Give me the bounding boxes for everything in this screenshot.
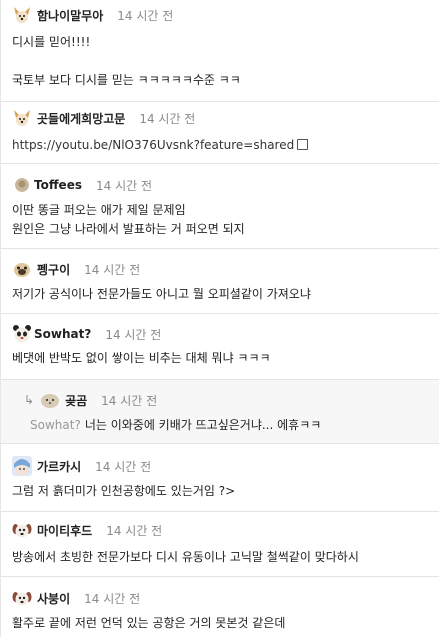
comment-time: 14 시간 전 xyxy=(139,111,196,126)
comment-nickname[interactable]: 마이티후드 xyxy=(37,522,92,539)
comment-body: Sowhat? 너는 이와중에 키배가 뜨고싶은거냐... 에휴ㅋㅋ xyxy=(30,416,321,435)
divider xyxy=(1,511,439,512)
comment-text: 원인은 그냥 나라에서 발표하는 거 퍼오면 되지 xyxy=(12,222,245,236)
comment-body: 활주로 끝에 저런 언덕 있는 공항은 거의 못본것 같은데 xyxy=(12,614,285,633)
puppy-avatar-icon[interactable] xyxy=(12,588,32,608)
pug-avatar-icon[interactable] xyxy=(12,259,32,279)
comment-nickname[interactable]: 펭구이 xyxy=(37,261,70,278)
comment-body: 방송에서 초빙한 전문가보다 디시 유동이나 고닉말 철썩같이 맞다하시 xyxy=(12,548,359,567)
puppy-avatar-icon[interactable] xyxy=(12,520,32,540)
comment-nickname[interactable]: 곳들에게희망고문 xyxy=(37,110,125,127)
comment-header: Sowhat? 14 시간 전 xyxy=(12,323,161,345)
comment-time: 14 시간 전 xyxy=(84,591,141,606)
comment-header: Toffees 14 시간 전 xyxy=(15,174,152,196)
comment-body: https://youtu.be/NlO376Uvsnk?feature=sha… xyxy=(12,136,309,155)
comment-time: 14 시간 전 xyxy=(101,393,158,408)
comment-time: 14 시간 전 xyxy=(95,459,152,474)
comment-body: 저기가 공식이나 전문가들도 아니고 뭘 오피셜같이 가져오냐 xyxy=(12,285,311,304)
anime-avatar-icon[interactable] xyxy=(12,456,32,476)
comment-text: 베댓에 반박도 없이 쌓이는 비추는 대체 뭐냐 ㅋㅋㅋ xyxy=(12,351,271,365)
comment-time: 14 시간 전 xyxy=(106,523,163,538)
comment-nickname[interactable]: 가르카시 xyxy=(37,458,81,475)
comment-nickname[interactable]: 곶곰 xyxy=(65,392,87,409)
youtube-link[interactable]: https://youtu.be/NlO376Uvsnk?feature=sha… xyxy=(12,138,294,152)
reply-mention[interactable]: Sowhat? xyxy=(30,418,81,432)
comment-body: 그럼 저 흙더미가 인천공항에도 있는거임 ?> xyxy=(12,482,235,501)
dog-avatar-icon[interactable] xyxy=(12,5,32,25)
comment-text: 디시를 믿어!!!! xyxy=(12,35,91,49)
comment-text: 활주로 끝에 저런 언덕 있는 공항은 거의 못본것 같은데 xyxy=(12,616,286,630)
comment-nickname[interactable]: 함나이말무아 xyxy=(37,7,103,24)
comment-nickname[interactable]: Toffees xyxy=(34,178,82,192)
comment-text: 너는 이와중에 키배가 뜨고싶은거냐... 에휴ㅋㅋ xyxy=(84,418,322,432)
divider xyxy=(1,101,439,102)
divider xyxy=(1,313,439,314)
comment-text: 방송에서 초빙한 전문가보다 디시 유동이나 고닉말 철썩같이 맞다하시 xyxy=(12,550,359,564)
comment-time: 14 시간 전 xyxy=(117,8,174,23)
seal-avatar-icon[interactable] xyxy=(40,390,60,410)
comment-header: 마이티후드 14 시간 전 xyxy=(12,519,162,541)
comment-header: 펭구이 14 시간 전 xyxy=(12,258,140,280)
comment-text: 이딴 똥글 퍼오는 애가 제일 문제임 xyxy=(12,203,186,217)
comment-blank-line xyxy=(12,52,241,71)
comment-nickname[interactable]: 사붕이 xyxy=(37,590,70,607)
external-link-icon[interactable] xyxy=(297,139,309,150)
divider xyxy=(1,443,439,444)
dog-avatar-icon[interactable] xyxy=(12,108,32,128)
round-avatar-icon[interactable] xyxy=(15,178,29,192)
comment-header: 곳들에게희망고문 14 시간 전 xyxy=(12,107,195,129)
comment-nickname[interactable]: Sowhat? xyxy=(34,327,91,341)
comment-header: 가르카시 14 시간 전 xyxy=(12,455,151,477)
comment-text: 저기가 공식이나 전문가들도 아니고 뭘 오피셜같이 가져오냐 xyxy=(12,287,311,301)
reply-arrow-icon: ↳ xyxy=(24,393,35,407)
comment-header: 함나이말무아 14 시간 전 xyxy=(12,4,173,26)
panda-avatar-icon[interactable] xyxy=(12,324,32,344)
comment-time: 14 시간 전 xyxy=(95,178,153,193)
comment-time: 14 시간 전 xyxy=(84,262,141,277)
comment-body: 디시를 믿어!!!! 국토부 보다 디시를 믿는 ㅋㅋㅋㅋㅋ수준 ㅋㅋ xyxy=(12,33,241,90)
comment-time: 14 시간 전 xyxy=(105,327,162,342)
divider xyxy=(1,163,439,164)
divider xyxy=(1,248,439,249)
comment-list: 함나이말무아 14 시간 전 디시를 믿어!!!! 국토부 보다 디시를 믿는 … xyxy=(0,0,439,637)
comment-header: 사붕이 14 시간 전 xyxy=(12,587,140,609)
comment-body: 베댓에 반박도 없이 쌓이는 비추는 대체 뭐냐 ㅋㅋㅋ xyxy=(12,349,271,368)
comment-text: 그럼 저 흙더미가 인천공항에도 있는거임 ?> xyxy=(12,484,236,498)
comment-text: 국토부 보다 디시를 믿는 ㅋㅋㅋㅋㅋ수준 ㅋㅋ xyxy=(12,73,241,87)
comment-header: ↳ 곶곰 14 시간 전 xyxy=(24,389,157,411)
divider xyxy=(1,576,439,577)
comment-body: 이딴 똥글 퍼오는 애가 제일 문제임 원인은 그냥 나라에서 발표하는 거 퍼… xyxy=(12,201,245,239)
